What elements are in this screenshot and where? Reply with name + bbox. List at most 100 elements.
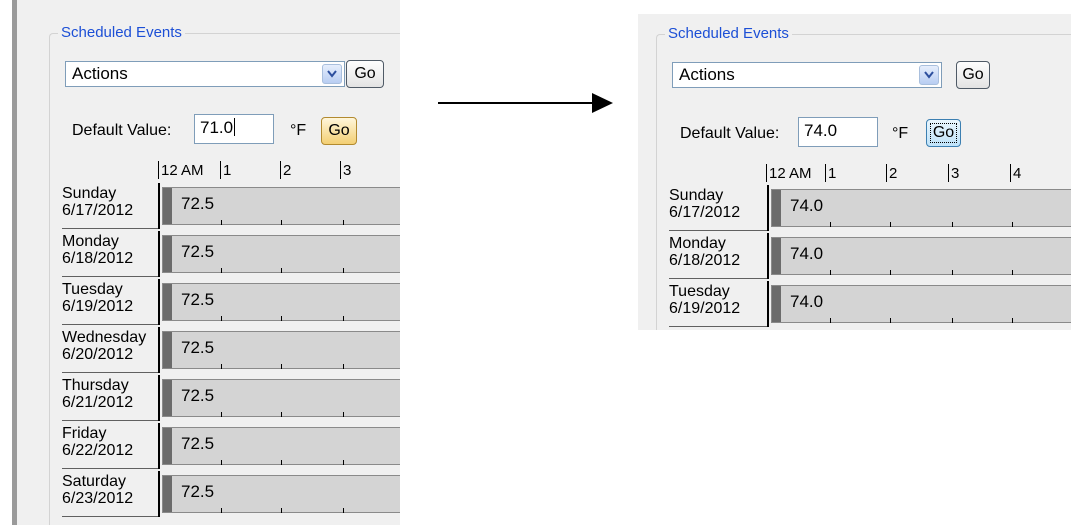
hour-gridline: [343, 220, 344, 225]
day-timeline: 72.5: [158, 375, 400, 421]
day-label: Tuesday 6/19/2012: [62, 279, 160, 325]
day-label: Wednesday 6/20/2012: [62, 327, 160, 373]
day-date: 6/17/2012: [669, 204, 741, 221]
hour-gridline: [830, 222, 831, 227]
scheduled-event-bar[interactable]: 72.5: [162, 283, 400, 321]
scheduled-event-bar[interactable]: 74.0: [771, 189, 1071, 227]
day-timeline: 74.0: [767, 233, 1071, 279]
day-name: Monday: [669, 235, 726, 252]
chevron-down-icon[interactable]: [919, 65, 939, 85]
hour-gridline: [343, 316, 344, 321]
event-value: 74.0: [790, 292, 824, 311]
day-row: Monday 6/18/2012 74.0: [669, 233, 1071, 280]
day-date: 6/18/2012: [669, 252, 741, 269]
day-label: Monday 6/18/2012: [669, 233, 767, 279]
actions-dropdown[interactable]: Actions: [672, 62, 942, 88]
chevron-down-icon[interactable]: [322, 64, 342, 84]
before-screenshot-panel: Scheduled Events Actions Go Default Valu…: [12, 0, 400, 525]
day-label: Sunday 6/17/2012: [669, 185, 767, 231]
day-name: Friday: [62, 425, 107, 442]
event-drag-handle[interactable]: [163, 476, 172, 512]
actions-go-button[interactable]: Go: [346, 60, 384, 88]
day-date: 6/19/2012: [669, 300, 741, 317]
hour-gridline: [890, 270, 891, 275]
hour-gridline: [343, 364, 344, 369]
day-row: Friday 6/22/2012 72.5: [62, 423, 400, 470]
go-button-label: Go: [932, 124, 955, 141]
day-name: Tuesday: [62, 281, 123, 298]
actions-dropdown-value: Actions: [679, 65, 735, 84]
hour-gridline: [221, 220, 222, 225]
day-name: Thursday: [62, 377, 129, 394]
hour-gridline: [890, 318, 891, 323]
day-label: Thursday 6/21/2012: [62, 375, 160, 421]
hour-gridline: [343, 268, 344, 273]
event-drag-handle[interactable]: [163, 380, 172, 416]
hour-gridline: [952, 270, 953, 275]
hour-gridline: [221, 316, 222, 321]
event-drag-handle[interactable]: [772, 238, 781, 274]
default-value-label: Default Value:: [72, 122, 172, 139]
actions-go-button[interactable]: Go: [956, 61, 990, 89]
day-date: 6/20/2012: [62, 346, 134, 363]
timescale-tick: 4: [1010, 164, 1021, 182]
event-value: 72.5: [181, 290, 215, 309]
event-drag-handle[interactable]: [163, 188, 172, 224]
day-name: Tuesday: [669, 283, 730, 300]
hour-gridline: [830, 270, 831, 275]
event-value: 72.5: [181, 434, 215, 453]
day-row: Thursday 6/21/2012 72.5: [62, 375, 400, 422]
default-value-go-button[interactable]: Go: [926, 119, 961, 147]
scheduled-event-bar[interactable]: 74.0: [771, 285, 1071, 323]
scheduled-event-bar[interactable]: 74.0: [771, 237, 1071, 275]
window-edge: [12, 0, 17, 525]
day-name: Sunday: [62, 185, 117, 202]
day-date: 6/17/2012: [62, 202, 134, 219]
hour-gridline: [830, 318, 831, 323]
hour-gridline: [952, 318, 953, 323]
day-timeline: 72.5: [158, 279, 400, 325]
day-label: Friday 6/22/2012: [62, 423, 160, 469]
scheduled-event-bar[interactable]: 72.5: [162, 331, 400, 369]
day-row: Tuesday 6/19/2012 74.0: [669, 281, 1071, 328]
event-value: 74.0: [790, 196, 824, 215]
default-value-input[interactable]: 71.0: [194, 114, 274, 144]
after-screenshot-panel: Scheduled Events Actions Go Default Valu…: [638, 14, 1071, 330]
text-caret: [234, 118, 236, 136]
day-label: Monday 6/18/2012: [62, 231, 160, 277]
event-drag-handle[interactable]: [163, 284, 172, 320]
hour-gridline: [343, 412, 344, 417]
day-name: Wednesday: [62, 329, 147, 346]
day-name: Sunday: [669, 187, 724, 204]
timescale-tick: 3: [948, 164, 959, 182]
hour-gridline: [221, 508, 222, 513]
day-name: Saturday: [62, 473, 127, 490]
event-drag-handle[interactable]: [772, 286, 781, 322]
day-label: Sunday 6/17/2012: [62, 183, 160, 229]
scheduled-event-bar[interactable]: 72.5: [162, 235, 400, 273]
timescale-tick: 2: [886, 164, 897, 182]
scheduled-event-bar[interactable]: 72.5: [162, 427, 400, 465]
day-row: Sunday 6/17/2012 72.5: [62, 183, 400, 230]
day-row: Monday 6/18/2012 72.5: [62, 231, 400, 278]
event-drag-handle[interactable]: [163, 332, 172, 368]
hour-gridline: [281, 268, 282, 273]
day-timeline: 72.5: [158, 183, 400, 229]
event-drag-handle[interactable]: [163, 236, 172, 272]
timescale-tick: 2: [280, 161, 291, 179]
default-value-input[interactable]: 74.0: [798, 117, 878, 147]
right-arrow-icon: [438, 93, 613, 113]
unit-label: °F: [290, 122, 307, 139]
scheduled-event-bar[interactable]: 72.5: [162, 475, 400, 513]
day-label: Tuesday 6/19/2012: [669, 281, 767, 327]
actions-dropdown[interactable]: Actions: [65, 61, 345, 87]
default-value-label: Default Value:: [680, 125, 780, 142]
scheduled-event-bar[interactable]: 72.5: [162, 187, 400, 225]
event-drag-handle[interactable]: [772, 190, 781, 226]
scheduled-event-bar[interactable]: 72.5: [162, 379, 400, 417]
timescale-tick: 1: [825, 164, 836, 182]
hour-gridline: [221, 460, 222, 465]
group-title: Scheduled Events: [665, 25, 792, 43]
event-drag-handle[interactable]: [163, 428, 172, 464]
default-value-go-button[interactable]: Go: [321, 117, 357, 145]
